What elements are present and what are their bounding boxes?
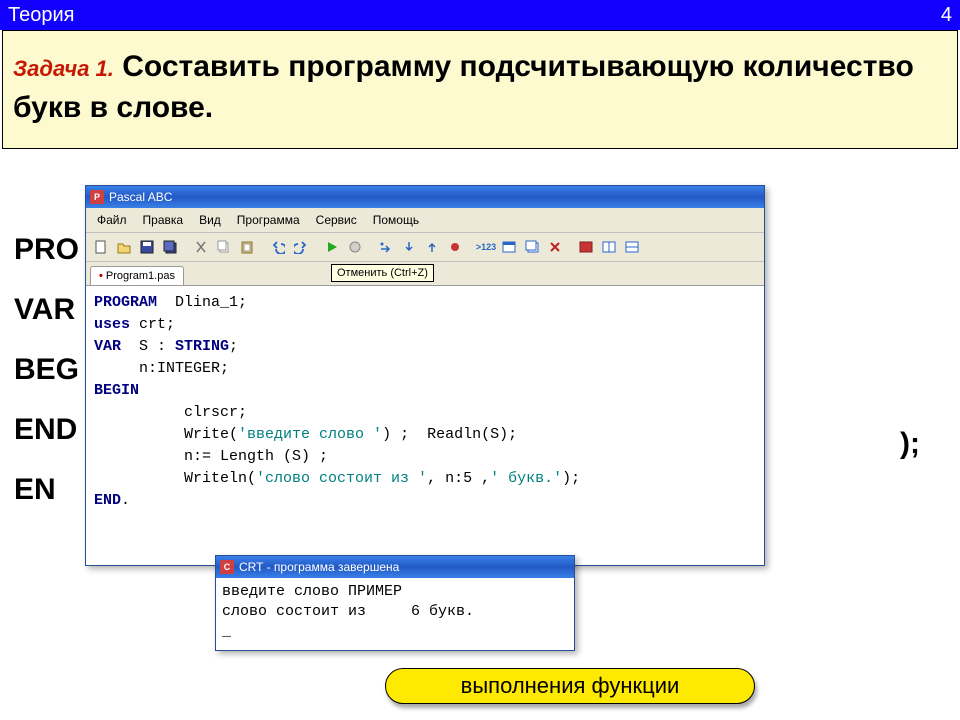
run-icon[interactable] xyxy=(321,236,343,258)
step-out-icon[interactable] xyxy=(421,236,443,258)
new-file-icon[interactable] xyxy=(90,236,112,258)
bg-word: EN xyxy=(14,460,79,520)
pascal-abc-icon: P xyxy=(90,190,104,204)
background-code-fragments: PRO VAR BEG END EN xyxy=(14,220,79,520)
panel-icon-3[interactable] xyxy=(621,236,643,258)
task-box: Задача 1. Составить программу подсчитыва… xyxy=(2,30,958,149)
menu-edit[interactable]: Правка xyxy=(136,211,191,229)
bottom-caption-pill: выполнения функции xyxy=(385,668,755,704)
bg-word: PRO xyxy=(14,220,79,280)
ide-window: P Pascal ABC Файл Правка Вид Программа С… xyxy=(85,185,765,566)
menu-view[interactable]: Вид xyxy=(192,211,228,229)
console-titlebar[interactable]: C CRT - программа завершена xyxy=(216,556,574,578)
menu-file[interactable]: Файл xyxy=(90,211,134,229)
step-into-icon[interactable] xyxy=(398,236,420,258)
console-window: C CRT - программа завершена введите слов… xyxy=(215,555,575,651)
undo-tooltip: Отменить (Ctrl+Z) xyxy=(331,264,434,282)
task-line: Задача 1. Составить программу подсчитыва… xyxy=(13,47,947,128)
bottom-caption-text: выполнения функции xyxy=(461,673,680,699)
task-label: Задача 1. xyxy=(13,56,114,81)
console-title: CRT - программа завершена xyxy=(239,560,399,574)
ide-menubar: Файл Правка Вид Программа Сервис Помощь xyxy=(86,208,764,233)
tab-label: Program1.pas xyxy=(106,270,175,282)
var-watch-icon[interactable]: >123 xyxy=(475,236,497,258)
redo-icon[interactable] xyxy=(290,236,312,258)
panel-icon-1[interactable] xyxy=(575,236,597,258)
paste-icon[interactable] xyxy=(236,236,258,258)
panel-icon-2[interactable] xyxy=(598,236,620,258)
code-editor[interactable]: PROGRAM Dlina_1; uses crt; VAR S : STRIN… xyxy=(86,285,764,565)
bg-word: BEG xyxy=(14,340,79,400)
breakpoint-icon[interactable] xyxy=(444,236,466,258)
menu-help[interactable]: Помощь xyxy=(366,211,426,229)
bg-word: END xyxy=(14,400,79,460)
copy-icon[interactable] xyxy=(213,236,235,258)
window-icon[interactable] xyxy=(498,236,520,258)
stop-icon[interactable] xyxy=(344,236,366,258)
task-description: Составить программу подсчитывающую колич… xyxy=(13,50,914,124)
ide-toolbar: >123 xyxy=(86,233,764,262)
slide-header: Теория 4 xyxy=(0,0,960,30)
menu-program[interactable]: Программа xyxy=(230,211,307,229)
step-over-icon[interactable] xyxy=(375,236,397,258)
ide-titlebar[interactable]: P Pascal ABC xyxy=(86,186,764,208)
multi-window-icon[interactable] xyxy=(521,236,543,258)
ide-tabbar: •Program1.pas Отменить (Ctrl+Z) xyxy=(86,262,764,285)
header-right: 4 xyxy=(941,4,952,27)
ide-title: Pascal ABC xyxy=(109,190,172,204)
menu-service[interactable]: Сервис xyxy=(309,211,364,229)
save-all-icon[interactable] xyxy=(159,236,181,258)
header-left: Теория xyxy=(8,4,74,27)
console-output: введите слово ПРИМЕР слово состоит из 6 … xyxy=(216,578,574,650)
bg-word: VAR xyxy=(14,280,79,340)
undo-icon[interactable] xyxy=(267,236,289,258)
crt-icon: C xyxy=(220,560,234,574)
cut-icon[interactable] xyxy=(190,236,212,258)
close-window-icon[interactable] xyxy=(544,236,566,258)
editor-tab[interactable]: •Program1.pas xyxy=(90,266,184,285)
bg-fragment-paren: ); xyxy=(900,427,920,461)
save-icon[interactable] xyxy=(136,236,158,258)
open-file-icon[interactable] xyxy=(113,236,135,258)
